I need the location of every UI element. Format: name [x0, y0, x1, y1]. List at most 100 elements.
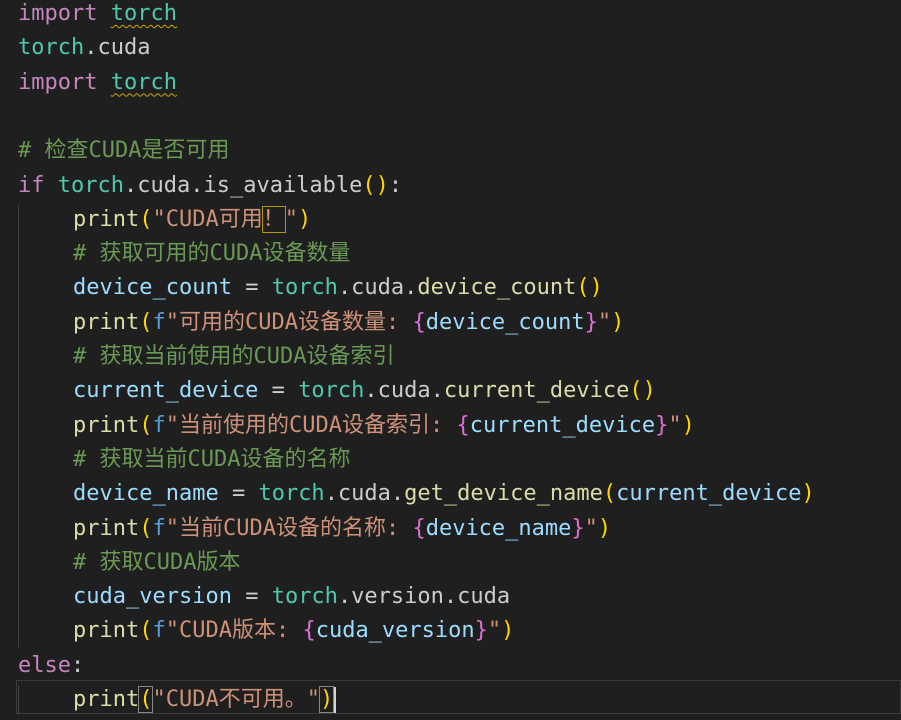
code-line[interactable]: device_count = torch.cuda.device_count()	[18, 271, 603, 305]
code-token: (	[139, 309, 153, 335]
code-token: device_name	[425, 515, 572, 541]
code-token: cuda_version	[73, 584, 232, 610]
code-editor[interactable]: import torch torch.cuda import torch # 检查CU…	[0, 0, 901, 720]
code-token: "	[284, 206, 298, 232]
code-token: current_device	[443, 378, 630, 404]
code-line[interactable]: # 获取可用的CUDA设备数量	[18, 237, 350, 271]
code-token: =	[258, 378, 299, 404]
code-line[interactable]: # 获取当前CUDA设备的名称	[18, 443, 350, 477]
code-token: .cuda.	[324, 481, 405, 507]
code-token: current_device	[73, 378, 259, 404]
code-line[interactable]: print(f"可用的CUDA设备数量: {device_count}")	[18, 306, 624, 340]
code-token: )	[297, 206, 312, 232]
code-token: torch	[110, 69, 177, 95]
text-cursor	[334, 687, 337, 713]
code-token: )	[611, 309, 625, 335]
code-token: "当前使用的CUDA设备索引:	[165, 412, 457, 438]
code-line[interactable]: current_device = torch.cuda.current_devi…	[18, 374, 656, 408]
code-token: ()	[362, 172, 389, 198]
code-line[interactable]: import torch	[18, 0, 177, 31]
code-token: "	[487, 618, 502, 644]
code-token: "CUDA可用	[152, 206, 263, 232]
code-token: {	[302, 618, 316, 644]
code-token: (	[138, 686, 154, 713]
code-token: f	[152, 309, 166, 335]
code-token: :	[388, 172, 403, 198]
code-token: .cuda.	[123, 172, 204, 198]
code-line[interactable]: # 获取当前使用的CUDA设备索引	[18, 340, 394, 374]
code-token: torch	[271, 584, 338, 610]
code-line[interactable]: print(f"当前使用的CUDA设备索引: {current_device}"…	[18, 409, 695, 443]
code-token: )	[318, 686, 335, 713]
code-token: )	[681, 412, 695, 438]
code-line[interactable]: torch.cuda	[18, 31, 150, 65]
code-token: .	[84, 35, 98, 61]
code-token: {	[412, 515, 426, 541]
code-line[interactable]: if torch.cuda.is_available():	[18, 169, 402, 203]
code-token: print	[73, 206, 140, 232]
code-token: # 检查CUDA是否可用	[18, 138, 230, 164]
code-token: (	[139, 206, 153, 232]
code-token: device_count	[417, 275, 577, 301]
code-token: {	[456, 412, 470, 438]
code-token: )	[801, 481, 815, 507]
code-token: }	[584, 309, 598, 335]
code-token: )	[501, 618, 515, 644]
code-line[interactable]: # 获取CUDA版本	[18, 546, 240, 580]
code-token: if	[18, 172, 45, 198]
code-token: current_device	[616, 481, 802, 507]
code-line[interactable]: else:	[18, 649, 84, 683]
code-token: "可用的CUDA设备数量:	[165, 309, 413, 335]
code-token: else	[18, 652, 71, 678]
code-token: (	[139, 412, 153, 438]
code-token: device_count	[425, 309, 585, 335]
code-token: :	[70, 652, 85, 678]
code-token: (	[139, 515, 153, 541]
code-token: }	[474, 618, 488, 644]
code-token: f	[152, 618, 166, 644]
code-token: torch	[18, 35, 85, 61]
code-token: is_available	[203, 172, 363, 198]
code-token: torch	[271, 275, 338, 301]
code-token: ()	[576, 275, 603, 301]
code-line[interactable]: cuda_version = torch.version.cuda	[18, 580, 510, 614]
code-token: "	[668, 412, 682, 438]
code-token: print	[73, 412, 140, 438]
code-token: cuda_version	[315, 618, 475, 644]
code-token: =	[231, 275, 272, 301]
code-token: # 获取当前使用的CUDA设备索引	[73, 344, 395, 369]
code-token: import	[18, 69, 98, 95]
code-line[interactable]: print(f"CUDA版本: {cuda_version}")	[18, 614, 514, 648]
code-token: "CUDA版本:	[165, 618, 303, 644]
code-line[interactable]: import torch	[18, 66, 177, 100]
code-line[interactable]: device_name = torch.cuda.get_device_name…	[18, 477, 815, 511]
code-token: "	[584, 515, 598, 541]
code-token: (	[139, 618, 153, 644]
code-token: print	[73, 515, 140, 541]
code-token: print	[73, 618, 140, 644]
code-token: }	[655, 412, 669, 438]
code-token: import	[18, 1, 98, 26]
code-token: f	[152, 412, 166, 438]
code-token: current_device	[469, 412, 656, 438]
code-token: # 获取当前CUDA设备的名称	[73, 446, 351, 472]
code-line[interactable]: print("CUDA可用！")	[18, 203, 311, 237]
code-token: (	[602, 481, 617, 507]
code-line[interactable]: print(f"当前CUDA设备的名称: {device_name}")	[18, 512, 611, 546]
code-token: print	[73, 687, 140, 712]
code-token: =	[231, 584, 272, 610]
code-line[interactable]: print("CUDA不可用。")	[18, 683, 337, 717]
code-token: print	[73, 309, 140, 335]
code-token: }	[571, 515, 585, 541]
code-token: # 获取CUDA版本	[73, 549, 241, 575]
code-token: device_count	[73, 275, 232, 301]
code-token: .version.cuda	[337, 584, 511, 610]
code-line[interactable]: # 检查CUDA是否可用	[18, 134, 229, 168]
code-token: f	[152, 515, 166, 541]
code-token: "当前CUDA设备的名称:	[165, 515, 413, 541]
code-token: torch	[57, 172, 124, 198]
code-token: torch	[110, 1, 177, 26]
code-token: .cuda.	[364, 378, 444, 404]
